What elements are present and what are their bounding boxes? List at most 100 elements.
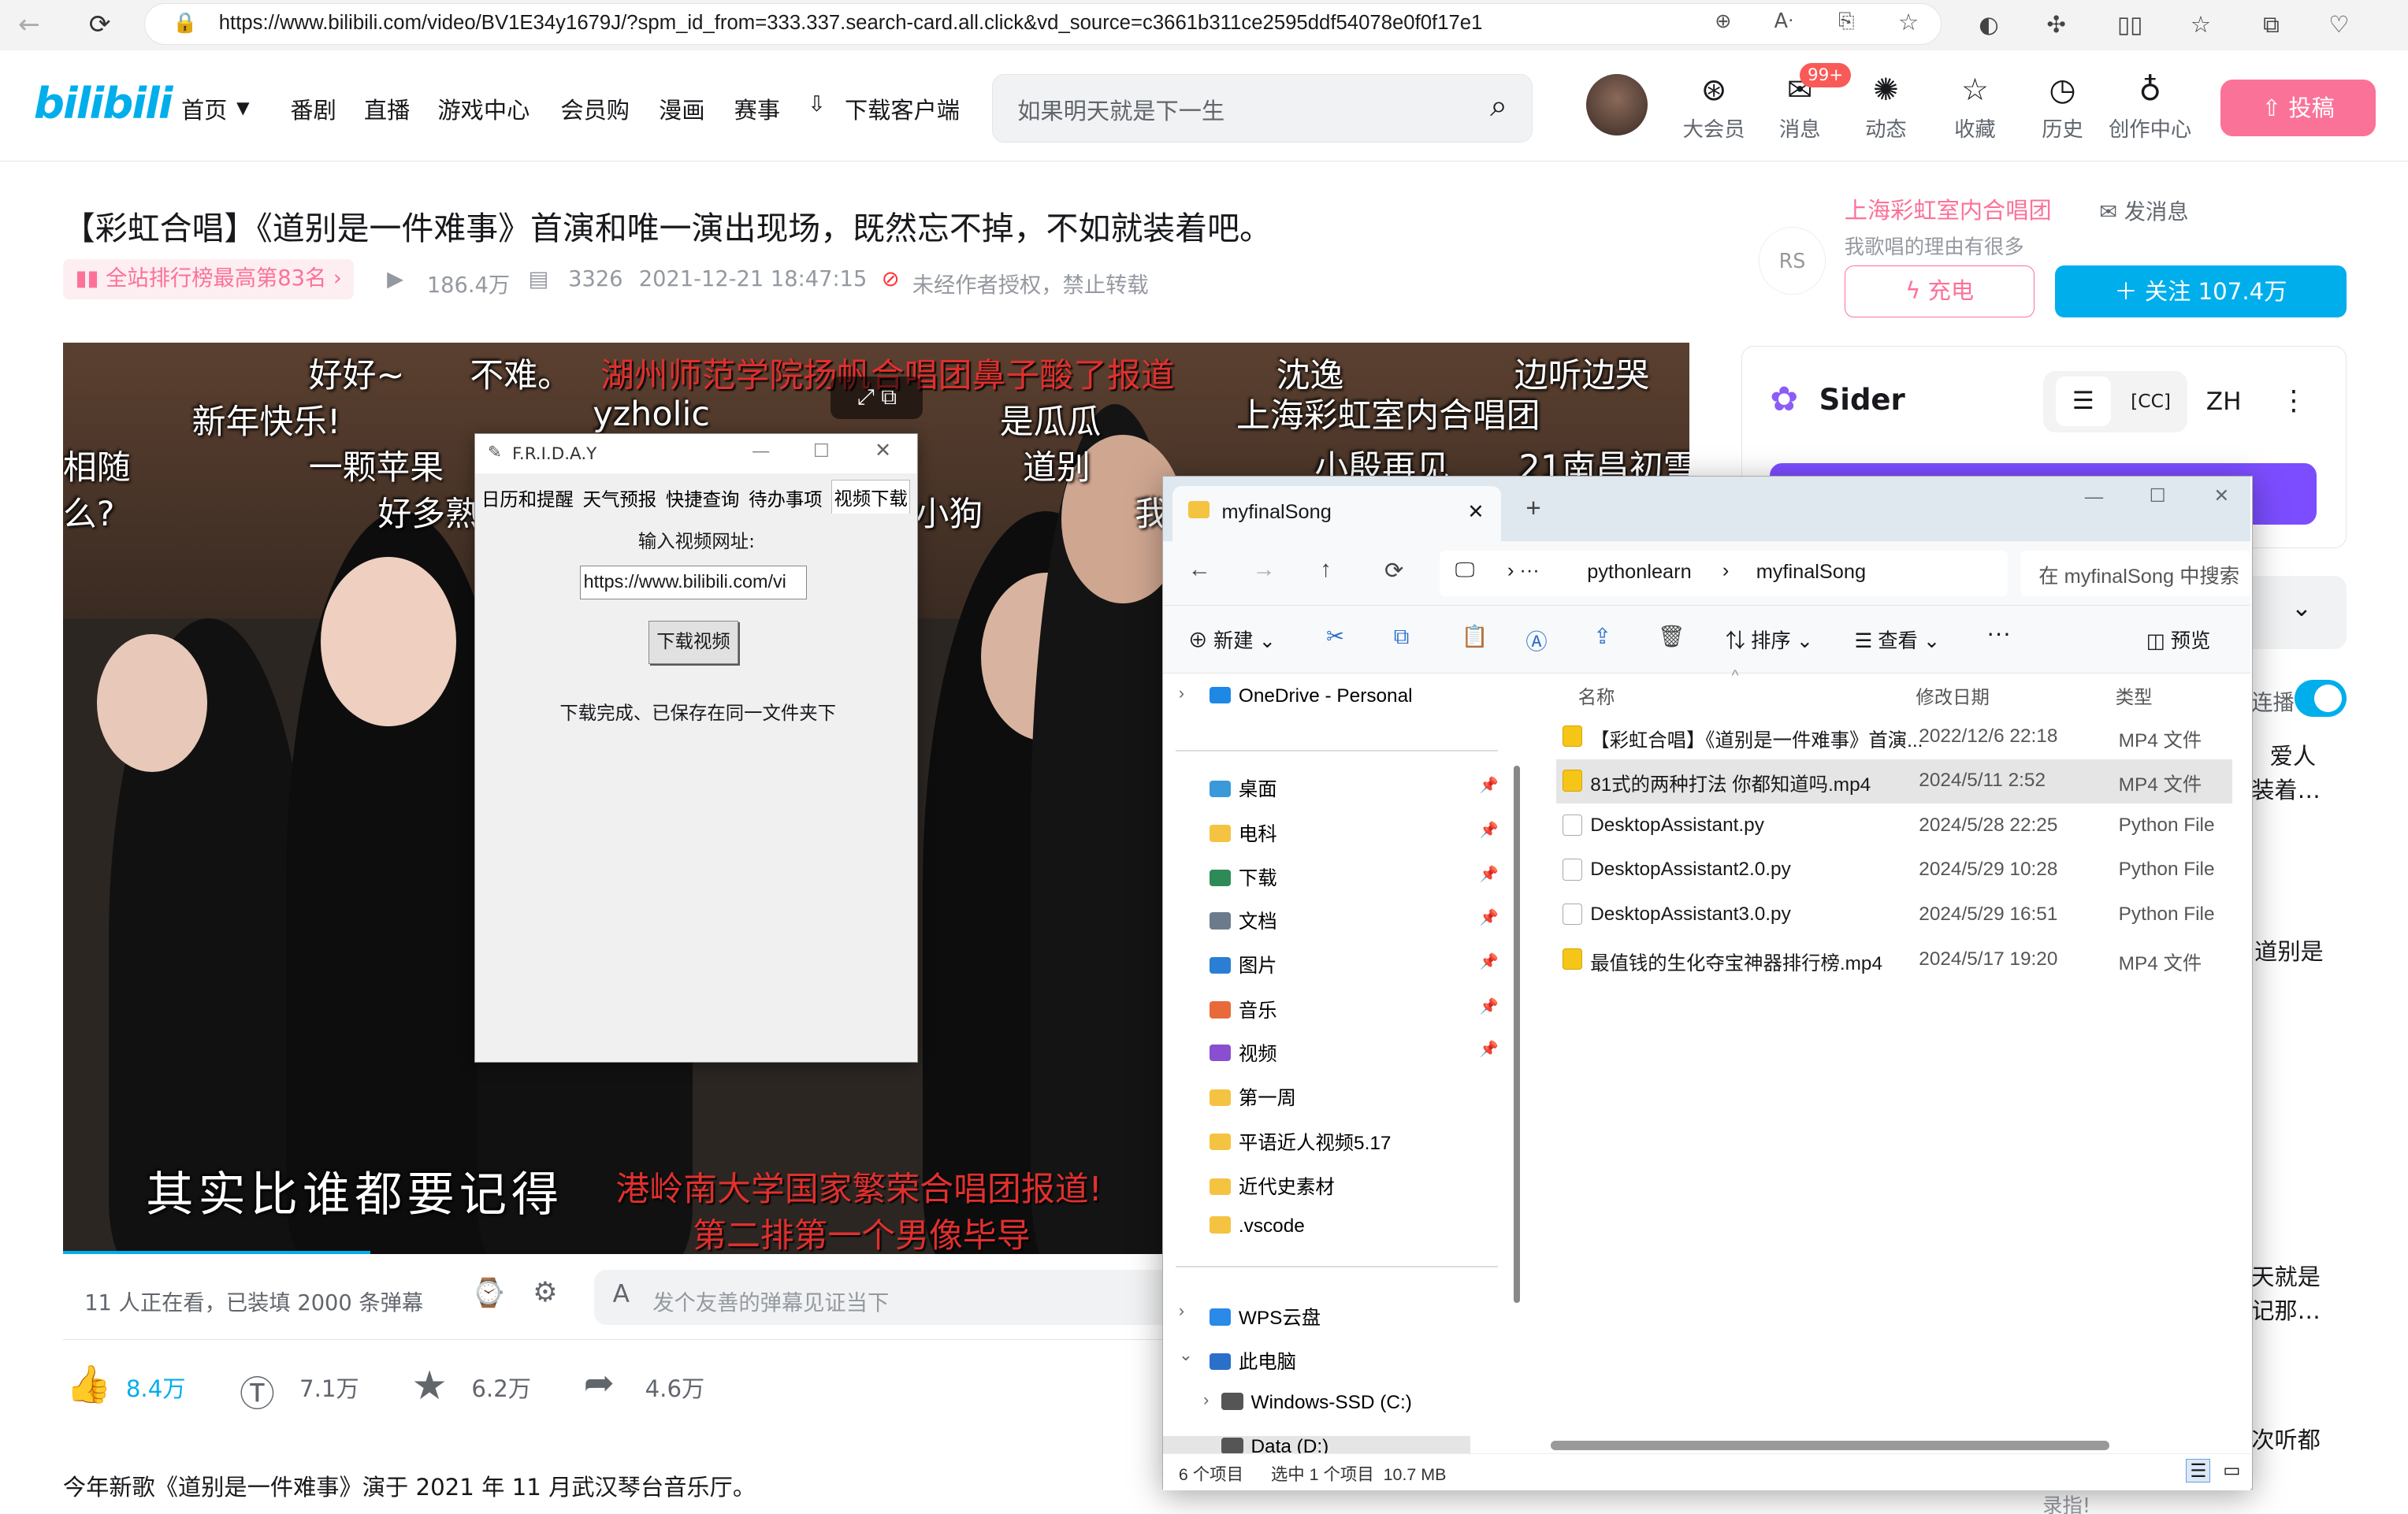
favorite-label[interactable]: 收藏 <box>1929 112 2021 143</box>
tab-query[interactable]: 快捷查询 <box>666 484 740 511</box>
nav-item[interactable]: 文档 <box>1209 907 1277 934</box>
maximize-icon[interactable]: ☐ <box>2150 484 2166 507</box>
rec-title[interactable]: 录指! <box>2042 1490 2090 1514</box>
back-icon[interactable]: ← <box>1188 557 1211 583</box>
creator-label[interactable]: 创作中心 <box>2104 112 2196 143</box>
font-style-icon[interactable]: A <box>613 1280 630 1308</box>
close-tab-icon[interactable]: ✕ <box>1467 499 1484 524</box>
nav-item[interactable]: › Windows-SSD (C:) <box>1203 1390 1412 1414</box>
nav-item[interactable]: › OneDrive - Personal <box>1179 684 1413 707</box>
reader-icon[interactable]: ⎘ <box>1838 9 1854 34</box>
file-row[interactable]: 81式的两种打法 你都知道吗.mp4 2024/5/11 2:52 MP4 文件 <box>1556 759 2232 804</box>
minimize-icon[interactable]: — <box>2085 486 2103 507</box>
rec-title[interactable]: 爱人 <box>2270 738 2316 771</box>
message-label[interactable]: 消息 <box>1754 112 1846 143</box>
zoom-icon[interactable]: ⊕ <box>1715 9 1731 32</box>
file-row[interactable]: DesktopAssistant.py 2024/5/28 22:25 Python… <box>1556 803 2232 848</box>
search-input[interactable]: 如果明天就是下一生 <box>1017 93 1224 126</box>
nav-item[interactable]: 近代史素材 <box>1209 1172 1335 1200</box>
uploader-name[interactable]: 上海彩虹室内合唱团 <box>1845 192 2052 225</box>
nav-item[interactable]: 音乐 <box>1209 996 1277 1023</box>
tab-calendar[interactable]: 日历和提醒 <box>481 484 574 511</box>
file-row[interactable]: 最值钱的生化夺宝神器排行榜.mp4 2024/5/17 19:20 MP4 文件 <box>1556 937 2232 982</box>
nav-anime[interactable]: 番剧 <box>290 92 336 125</box>
share-icon[interactable]: ➦ <box>584 1362 615 1405</box>
pin-icon[interactable]: 📌 <box>1480 865 1507 884</box>
list-icon[interactable]: ☰ <box>2055 377 2111 426</box>
nav-item[interactable]: 图片 <box>1209 951 1277 978</box>
extension-icon[interactable]: ◐ <box>1969 6 2009 43</box>
rec-title[interactable]: 道别是 <box>2254 933 2324 967</box>
col-name[interactable]: 名称 <box>1578 682 1615 709</box>
forward-icon[interactable]: → <box>1252 557 1275 583</box>
nav-game[interactable]: 游戏中心 <box>437 92 530 125</box>
autoplay-toggle[interactable] <box>2294 680 2347 718</box>
history-icon[interactable]: ◷ <box>2029 72 2097 108</box>
vip-icon[interactable]: ⊛ <box>1680 72 1748 108</box>
nav-match[interactable]: 赛事 <box>734 92 780 125</box>
history-label[interactable]: 历史 <box>2016 112 2109 143</box>
explorer-tab[interactable]: myfinalSong ✕ <box>1172 485 1502 542</box>
breadcrumb-pythonlearn[interactable]: pythonlearn <box>1587 561 1691 584</box>
pin-icon[interactable]: 📌 <box>1480 908 1507 927</box>
expand-chevron-icon[interactable]: › <box>1203 1390 1209 1410</box>
copy-icon[interactable]: ⧉ <box>1394 624 1409 650</box>
chevron-down-icon[interactable]: ⌄ <box>2291 594 2312 622</box>
nav-home[interactable]: 首页 <box>181 92 227 125</box>
nav-item[interactable]: ⌄ 此电脑 <box>1179 1345 1296 1375</box>
close-icon[interactable]: ✕ <box>875 438 891 462</box>
url-text[interactable]: https://www.bilibili.com/video/BV1E34y16… <box>219 12 1483 35</box>
friday-titlebar[interactable]: ✎ F.R.I.D.A.Y — ☐ ✕ <box>475 433 916 474</box>
bilibili-logo[interactable]: bilibili <box>34 78 173 128</box>
tab-video-download[interactable]: 视频下载 <box>831 480 910 514</box>
charge-button[interactable]: ϟ 充电 <box>1844 265 2035 318</box>
minimize-icon[interactable]: — <box>752 440 770 462</box>
vip-label[interactable]: 大会员 <box>1668 112 1760 143</box>
nav-scrollbar[interactable] <box>1513 765 1520 1303</box>
like-count[interactable]: 8.4万 <box>126 1371 186 1404</box>
search-icon[interactable]: ⌕ <box>1490 88 1507 124</box>
file-row[interactable]: DesktopAssistant3.0.py 2024/5/29 16:51 Pyt… <box>1556 892 2232 937</box>
close-icon[interactable]: ✕ <box>2214 484 2230 507</box>
favorite-star-icon[interactable]: ★ <box>411 1362 447 1408</box>
col-date[interactable]: 修改日期 <box>1916 682 1990 709</box>
nav-item[interactable]: 平语近人视频5.17 <box>1209 1128 1391 1156</box>
read-aloud-icon[interactable]: Aᐧ <box>1774 9 1793 32</box>
share-icon[interactable]: ⇪ <box>1593 624 1611 649</box>
coin-icon[interactable]: Ⓣ <box>240 1365 275 1416</box>
pip-controls[interactable]: ⤢ ⧉ <box>831 376 923 420</box>
follow-button[interactable]: ＋ 关注 107.4万 <box>2054 265 2347 318</box>
sort-button[interactable]: ⇅ 排序 ⌄ <box>1726 625 1813 654</box>
favorite-star-icon[interactable]: ☆ <box>1898 9 1919 35</box>
pin-icon[interactable]: 📌 <box>1480 997 1507 1016</box>
split-screen-icon[interactable]: ▯▯ <box>2110 6 2150 43</box>
up-icon[interactable]: ↑ <box>1320 557 1332 583</box>
danmaku-toggle-icon[interactable]: ⌚ <box>471 1276 506 1309</box>
paste-icon[interactable]: 📋 <box>1461 624 1488 649</box>
dynamic-icon[interactable]: ✺ <box>1852 72 1919 108</box>
nav-download-client[interactable]: 下载客户端 <box>845 92 960 125</box>
upload-button[interactable]: ⇧ 投稿 <box>2220 80 2376 137</box>
new-tab-icon[interactable]: + <box>1525 494 1540 524</box>
search-box[interactable]: 如果明天就是下一生 ⌕ <box>992 73 1533 143</box>
rename-icon[interactable]: Ⓐ <box>1525 624 1547 655</box>
pin-icon[interactable]: 📌 <box>1480 952 1507 971</box>
maximize-icon[interactable]: ☐ <box>813 440 830 462</box>
dynamic-label[interactable]: 动态 <box>1840 112 1932 143</box>
nav-item[interactable]: 下载 <box>1209 863 1277 891</box>
favorites-icon[interactable]: ☆ <box>2181 6 2221 43</box>
nav-manga[interactable]: 漫画 <box>659 92 704 125</box>
nav-item[interactable]: 第一周 <box>1209 1083 1296 1111</box>
nav-live[interactable]: 直播 <box>364 92 410 125</box>
expand-chevron-icon[interactable]: › <box>1179 1301 1184 1321</box>
more-icon[interactable]: ⋮ <box>2280 384 2307 417</box>
creator-icon[interactable]: ♁ <box>2116 72 2184 108</box>
col-type[interactable]: 类型 <box>2116 682 2153 709</box>
cut-icon[interactable]: ✂ <box>1326 624 1344 649</box>
rec-title[interactable]: 记那… <box>2251 1293 2321 1326</box>
horizontal-scrollbar[interactable] <box>1550 1441 2109 1450</box>
tab-todo[interactable]: 待办事项 <box>749 484 823 511</box>
coin-count[interactable]: 7.1万 <box>299 1371 359 1404</box>
favorite-icon[interactable]: ☆ <box>1942 72 2009 108</box>
explorer-search[interactable]: 在 myfinalSong 中搜索 <box>2020 550 2251 597</box>
